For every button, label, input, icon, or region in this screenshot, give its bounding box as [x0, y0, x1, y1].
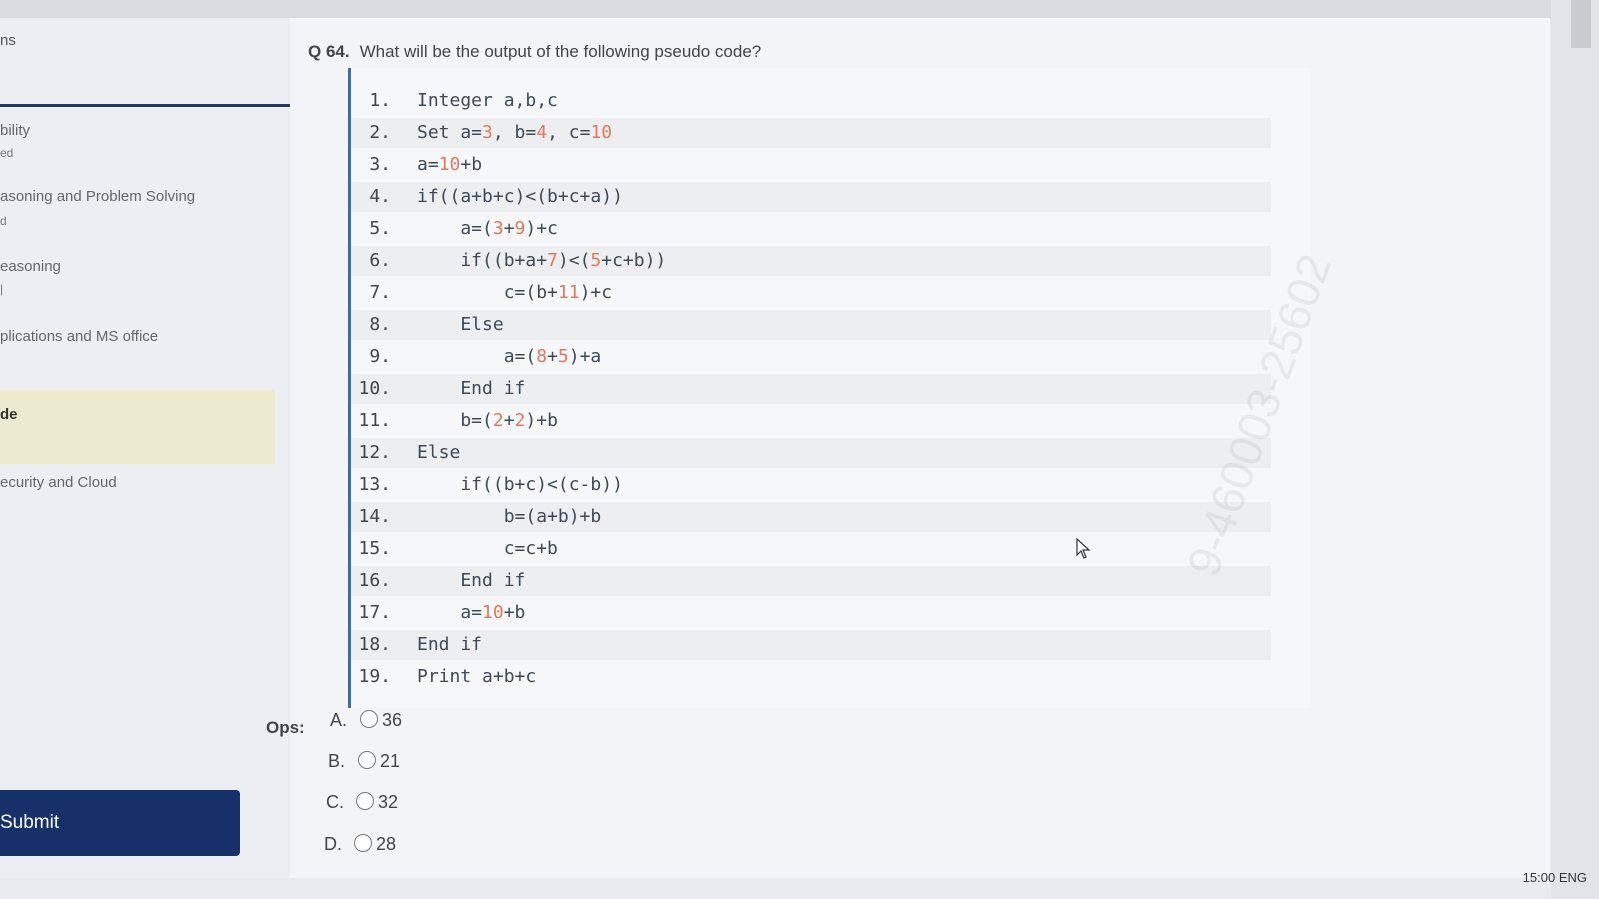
code-line-number: 7.: [369, 282, 391, 303]
option-b-letter: B.: [328, 751, 346, 771]
mouse-cursor-icon: [1076, 538, 1091, 559]
code-block: 1. Integer a,b,c 2. Set a=3, b=4, c=10 3. a=1…: [348, 68, 1311, 708]
sidebar-item-reasoning2-status: |: [0, 282, 4, 296]
option-c-radio[interactable]: [356, 792, 374, 810]
code-line: 1. Integer a,b,c: [351, 86, 1271, 116]
option-d-radio[interactable]: [354, 834, 372, 852]
code-line-text: c=(b+11)+c: [417, 282, 613, 303]
code-line-number: 18.: [358, 634, 391, 655]
option-b-value: 21: [380, 751, 401, 771]
option-d-letter: D.: [324, 834, 342, 854]
code-line: 14. b=(a+b)+b: [351, 502, 1271, 532]
code-line-text: if((b+a+7)<(5+c+b)): [417, 250, 667, 271]
code-line-number: 3.: [369, 154, 391, 175]
code-line-number: 10.: [358, 378, 391, 399]
code-line: 8. Else: [351, 310, 1271, 340]
code-line: 6. if((b+a+7)<(5+c+b)): [351, 246, 1271, 276]
code-line: 9. a=(8+5)+a: [351, 342, 1271, 372]
code-line-number: 14.: [358, 506, 391, 527]
sidebar-item-security-cloud[interactable]: ecurity and Cloud: [0, 474, 117, 491]
sidebar-item-reasoning-problem-solving[interactable]: asoning and Problem Solving: [0, 188, 195, 205]
question-text: What will be the output of the following…: [359, 42, 762, 61]
option-c-letter: C.: [326, 792, 344, 812]
code-line-text: Else: [417, 442, 461, 463]
code-line-number: 15.: [358, 538, 391, 559]
right-edge-strip: [1551, 0, 1599, 899]
sidebar-tab-underline: [0, 104, 290, 107]
sidebar-item-ability-status: ed: [0, 146, 14, 160]
code-line: 2. Set a=3, b=4, c=10: [351, 118, 1271, 148]
sidebar-header: ns: [0, 32, 16, 49]
code-line-text: Integer a,b,c: [417, 90, 558, 111]
code-line-text: c=c+b: [417, 538, 558, 559]
code-line-text: Print a+b+c: [417, 666, 537, 687]
sidebar-item-code-label: de: [0, 406, 18, 423]
top-bar: [0, 0, 1599, 19]
scrollbar-thumb[interactable]: [1571, 0, 1591, 48]
code-line-text: Set a=3, b=4, c=10: [417, 122, 613, 143]
options-label: Ops:: [266, 718, 305, 737]
code-line: 5. a=(3+9)+c: [351, 214, 1271, 244]
submit-button[interactable]: Submit: [0, 790, 240, 856]
code-line-text: Else: [417, 314, 504, 335]
taskbar-clock: 15:00 ENG: [1522, 870, 1587, 885]
code-line-number: 5.: [369, 218, 391, 239]
code-line-number: 1.: [369, 90, 391, 111]
code-line-text: if((a+b+c)<(b+c+a)): [417, 186, 623, 207]
sidebar-item-ability[interactable]: bility: [0, 122, 30, 139]
code-line-number: 8.: [369, 314, 391, 335]
question-heading: Q 64. What will be the output of the foll…: [308, 42, 761, 62]
code-line-number: 17.: [358, 602, 391, 623]
code-line-text: End if: [417, 378, 526, 399]
sidebar-item-applications-ms-office[interactable]: plications and MS office: [0, 328, 158, 345]
code-line-number: 16.: [358, 570, 391, 591]
code-line: 4. if((a+b+c)<(b+c+a)): [351, 182, 1271, 212]
code-line-text: End if: [417, 570, 526, 591]
code-line-number: 9.: [369, 346, 391, 367]
option-b[interactable]: B. 21: [328, 751, 400, 772]
option-b-radio[interactable]: [358, 751, 376, 769]
code-line-text: a=(8+5)+a: [417, 346, 602, 367]
code-line-text: a=10+b: [417, 154, 483, 175]
code-line-text: End if: [417, 634, 483, 655]
option-a-value: 36: [382, 710, 403, 730]
sidebar: ns bility ed asoning and Problem Solving…: [0, 18, 290, 878]
code-line: 3. a=10+b: [351, 150, 1271, 180]
code-line-number: 13.: [358, 474, 391, 495]
option-a-letter: A.: [330, 710, 348, 730]
code-line-text: a=(3+9)+c: [417, 218, 558, 239]
code-line: 16. End if: [351, 566, 1271, 596]
code-line: 13. if((b+c)<(c-b)): [351, 470, 1271, 500]
code-line-number: 11.: [358, 410, 391, 431]
code-line-number: 19.: [358, 666, 391, 687]
option-a[interactable]: A. 36: [330, 710, 402, 731]
question-number: Q 64.: [308, 42, 350, 61]
code-line: 12. Else: [351, 438, 1271, 468]
code-line-text: if((b+c)<(c-b)): [417, 474, 623, 495]
code-line-number: 12.: [358, 442, 391, 463]
option-d-value: 28: [376, 834, 397, 854]
option-a-radio[interactable]: [360, 710, 378, 728]
sidebar-item-reasoning-status: d: [0, 214, 7, 228]
code-line-number: 6.: [369, 250, 391, 271]
code-line-text: b=(a+b)+b: [417, 506, 602, 527]
code-line-text: a=10+b: [417, 602, 526, 623]
code-line: 17. a=10+b: [351, 598, 1271, 628]
code-line: 19. Print a+b+c: [351, 662, 1271, 692]
code-line-number: 4.: [369, 186, 391, 207]
option-c-value: 32: [378, 792, 399, 812]
code-line-number: 2.: [369, 122, 391, 143]
question-area: Q 64. What will be the output of the foll…: [266, 18, 1550, 878]
option-c[interactable]: C. 32: [326, 792, 398, 813]
code-line: 7. c=(b+11)+c: [351, 278, 1271, 308]
sidebar-item-code-active[interactable]: de: [0, 390, 275, 464]
code-line: 15. c=c+b: [351, 534, 1271, 564]
code-line: 10. End if: [351, 374, 1271, 404]
code-line: 11. b=(2+2)+b: [351, 406, 1271, 436]
sidebar-item-reasoning[interactable]: easoning: [0, 258, 61, 275]
code-line: 18. End if: [351, 630, 1271, 660]
code-line-text: b=(2+2)+b: [417, 410, 558, 431]
option-d[interactable]: D. 28: [324, 834, 396, 855]
